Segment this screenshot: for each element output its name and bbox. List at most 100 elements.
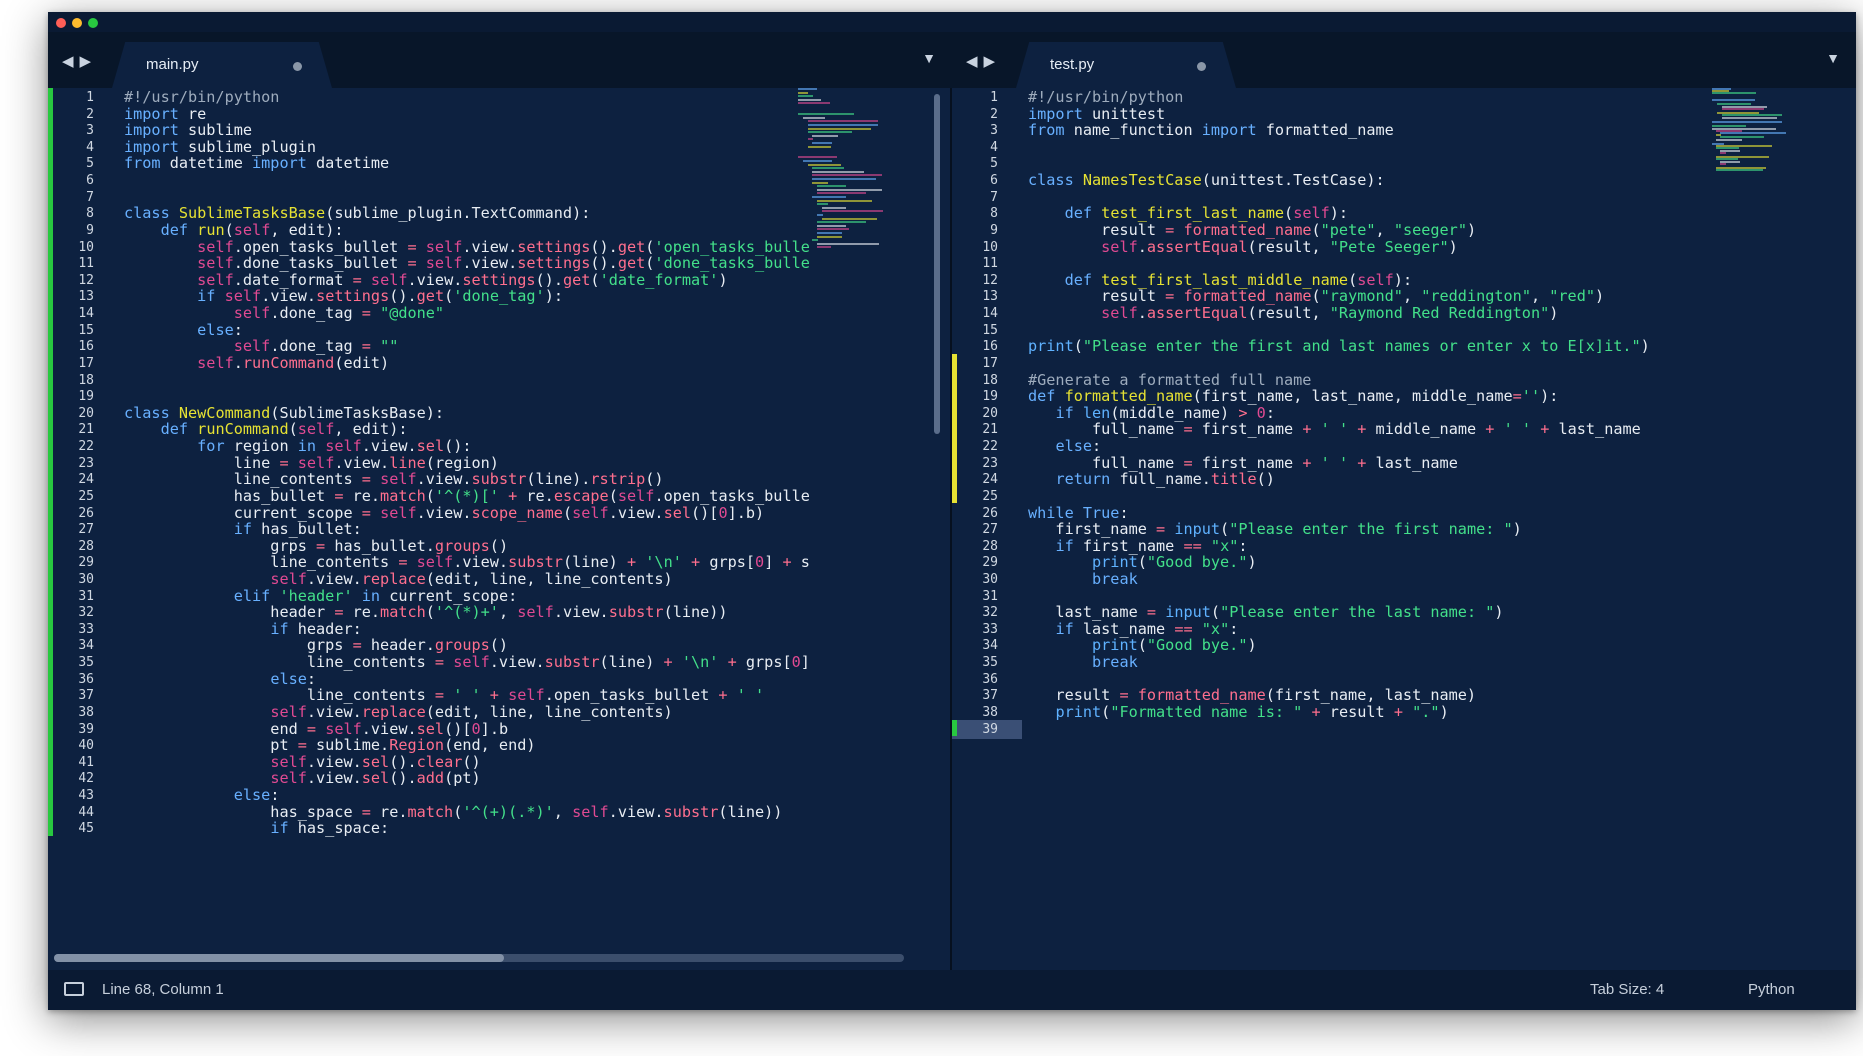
minimap-line [817,246,832,249]
minimap[interactable] [798,88,894,258]
code-line[interactable]: print("Formatted name is: " + result + "… [1028,703,1448,722]
minimap-line [812,170,865,173]
minimap-line [798,91,808,94]
tab-nav-arrows-icon[interactable]: ◀▶ [966,52,1001,70]
git-added-marker [952,719,957,737]
minimap-line [817,199,873,202]
minimap-line [817,192,866,195]
code-area[interactable]: #!/usr/bin/python import unittest from nam… [1028,88,1748,970]
code-line[interactable]: break [1028,653,1138,672]
code-line[interactable]: if has_space: [124,819,389,838]
minimap-line [807,138,814,141]
tab-menu-chevron-icon[interactable]: ▼ [1826,50,1840,66]
tab-menu-chevron-icon[interactable]: ▼ [922,50,936,66]
minimap[interactable] [1712,88,1808,258]
minimap-line [807,120,878,123]
git-modified-marker [952,353,957,504]
minimap-line [1721,107,1765,110]
minimap-line [812,134,838,137]
status-bar: Line 68, Column 1 Tab Size: 4 Python [48,970,1856,1010]
line-number[interactable]: 39 [952,720,998,739]
minimap-line [1712,99,1755,101]
minimap-line [802,160,833,162]
minimap-line [817,188,883,191]
minimap-line [812,142,833,144]
minimap-line [1720,162,1726,165]
minimap-line [1715,169,1763,172]
tab-main-py[interactable]: main.py [112,42,332,88]
minimap-line [812,239,818,242]
minimap-line [822,206,847,209]
tab-label: test.py [1050,56,1095,73]
vertical-scrollbar[interactable] [934,94,940,434]
minimap-line [822,217,877,220]
syntax-selector[interactable]: Python [1748,981,1795,998]
minimap-line [817,221,866,224]
minimap-line [822,210,883,213]
tab-nav-arrows-icon[interactable]: ◀▶ [62,52,97,70]
minimap-line [812,174,882,177]
code-line[interactable]: class NamesTestCase(unittest.TestCase): [1028,171,1385,190]
minimap-line [812,167,845,170]
minimap-line [807,127,872,130]
tab-bar-left: ◀▶ main.py ▼ [48,32,952,88]
minimap-line [817,228,850,231]
minimap-line [802,116,825,119]
minimap-line [817,224,846,227]
title-bar [48,12,1856,32]
editor-pane-right[interactable]: 1 2 3 4 5 6 7 8 9 10 11 12 13 14 15 16 17 18 19 20 21 22 23 24 2… [952,88,1856,970]
unsaved-dot-icon[interactable] [293,62,302,71]
horizontal-scrollbar[interactable] [54,954,904,962]
minimap-line [798,95,814,98]
minimap-line [817,232,843,234]
minimap-line [807,124,878,126]
minimap-line [812,196,847,198]
maximize-window-button[interactable] [88,18,98,28]
editor-window: ◀▶ main.py ▼ ◀▶ test.py ▼ 1 2 3 4 5 6 7 8 9 10 11 1… [48,12,1856,1010]
code-line[interactable]: break [1028,570,1138,589]
code-line[interactable]: from datetime import datetime [124,154,389,173]
minimap-line [1712,121,1782,123]
minimap-line [1715,138,1742,141]
cursor-position[interactable]: Line 68, Column 1 [102,981,224,998]
code-line[interactable]: print("Please enter the first and last n… [1028,337,1650,356]
minimap-line [807,145,831,148]
minimap-line [807,163,841,166]
minimap-line [1720,132,1787,134]
line-number-gutter[interactable]: 1 2 3 4 5 6 7 8 9 10 11 12 13 14 15 16 17 18 19 20 21 22 23 24 2… [952,88,1022,970]
minimap-line [1720,151,1726,154]
minimap-line [798,102,830,105]
tab-test-py[interactable]: test.py [1016,42,1236,88]
minimap-line [817,214,823,216]
minimap-line [798,88,817,90]
code-area[interactable]: #!/usr/bin/python import re import sublime… [124,88,844,970]
minimize-window-button[interactable] [72,18,82,28]
tab-size-selector[interactable]: Tab Size: 4 [1590,981,1664,998]
code-line[interactable]: full_name = first_name + ' ' + middle_na… [1028,420,1641,439]
line-number-gutter[interactable]: 1 2 3 4 5 6 7 8 9 10 11 12 13 14 15 16 17 18 19 20 21 22 23 24 2… [48,88,118,970]
minimap-line [812,181,828,184]
panel-toggle-icon[interactable] [64,982,84,996]
minimap-line [817,185,846,188]
minimap-line [798,156,837,159]
git-added-marker [48,88,53,836]
minimap-line [817,203,829,206]
minimap-line [812,178,877,180]
minimap-line [798,113,855,116]
minimap-line [798,98,822,101]
close-window-button[interactable] [56,18,66,28]
tab-bar-right: ◀▶ test.py ▼ [952,32,1856,88]
code-line[interactable]: return full_name.title() [1028,470,1274,489]
horizontal-scrollbar-thumb[interactable] [54,954,504,962]
unsaved-dot-icon[interactable] [1197,62,1206,71]
minimap-line [817,242,879,245]
line-number[interactable]: 45 [48,819,94,838]
tab-label: main.py [146,56,199,73]
editor-pane-left[interactable]: 1 2 3 4 5 6 7 8 9 10 11 12 13 14 15 16 17 18 19 20 21 22 23 24 2… [48,88,952,970]
code-line[interactable]: self.assertEqual(result, "Raymond Red Re… [1028,304,1558,323]
minimap-line [1721,116,1777,119]
code-line[interactable]: from name_function import formatted_name [1028,121,1394,140]
code-line[interactable]: self.assertEqual(result, "Pete Seeger") [1028,238,1458,257]
code-line[interactable]: self.runCommand(edit) [124,354,389,373]
minimap-line [1712,92,1756,95]
